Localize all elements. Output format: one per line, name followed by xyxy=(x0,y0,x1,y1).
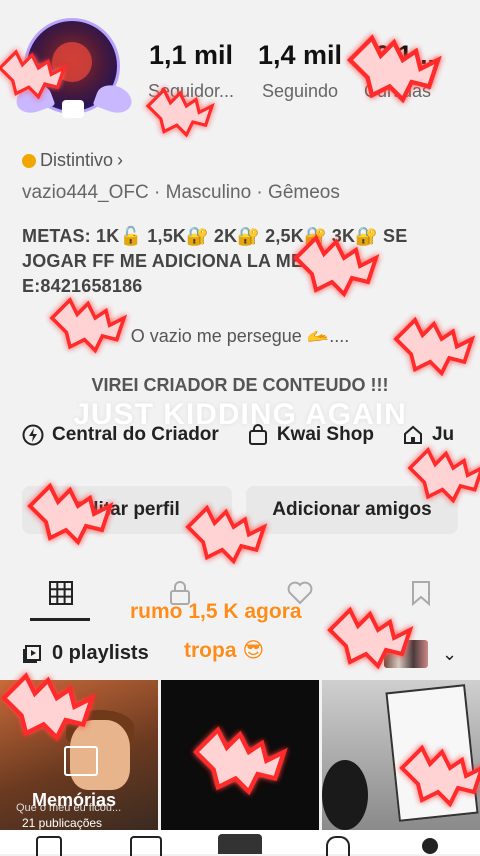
bio-line: METAS: 1K🔓 1,5K🔐 2K🔐 2,5K🔐 3K🔐 SE xyxy=(22,226,408,246)
tab-grid[interactable] xyxy=(48,580,74,611)
notifications-icon[interactable] xyxy=(326,836,350,856)
followers-count: 1,1 mil xyxy=(149,40,234,70)
followers-stat[interactable]: 1,1 mil Seguidor... xyxy=(148,40,234,102)
bottom-navigation xyxy=(0,830,480,856)
playlists-row[interactable]: 0 playlists xyxy=(22,642,149,665)
add-friends-button[interactable]: Adicionar amigos xyxy=(246,486,458,534)
memories-caption: Que o meu eu ficou... xyxy=(16,802,122,814)
followers-label: Seguidor... xyxy=(148,81,235,101)
bio: METAS: 1K🔓 1,5K🔐 2K🔐 2,5K🔐 3K🔐 SE JOGAR … xyxy=(22,224,462,299)
profile-links: Central do Criador Kwai Shop Ju xyxy=(22,424,454,446)
creator-center-label: Central do Criador xyxy=(52,424,219,445)
video-thumbnail[interactable] xyxy=(161,680,319,830)
chevron-right-icon: › xyxy=(117,150,124,170)
active-tab-indicator xyxy=(30,618,90,621)
likes-count: 10,1... xyxy=(360,40,436,70)
avatar[interactable] xyxy=(12,12,136,124)
following-label: Seguindo xyxy=(261,81,339,101)
creator-center-link[interactable]: Central do Criador xyxy=(22,424,219,446)
filter-thumbnail[interactable] xyxy=(384,640,428,668)
tab-saved[interactable] xyxy=(410,580,432,611)
following-stat[interactable]: 1,4 mil Seguindo xyxy=(258,40,342,102)
bio-line: E:8421658186 xyxy=(22,276,143,296)
badge-icon xyxy=(22,153,36,168)
profile-meta: vazio444_OFC · Masculino · Gêmeos xyxy=(22,182,340,203)
following-count: 1,4 mil xyxy=(258,40,343,70)
house-icon xyxy=(403,425,422,444)
memories-count: 21 publicações xyxy=(22,816,103,830)
memories-card[interactable]: Memórias Que o meu eu ficou... 21 public… xyxy=(0,680,158,830)
badge-label: Distintivo xyxy=(40,150,114,170)
likes-stat[interactable]: 10,1... Curtidas xyxy=(360,40,435,102)
shopping-bag-icon xyxy=(248,424,267,445)
chevron-down-icon[interactable]: ⌄ xyxy=(442,644,457,665)
playlist-icon xyxy=(23,644,41,663)
edit-profile-button[interactable]: Editar perfil xyxy=(22,486,232,534)
likes-label: Curtidas xyxy=(364,81,432,101)
discover-icon[interactable] xyxy=(130,836,162,856)
bookmark-icon xyxy=(412,581,430,607)
badge-link[interactable]: Distintivo › xyxy=(22,150,123,171)
ju-label: Ju xyxy=(431,424,455,445)
grid-icon xyxy=(49,581,73,605)
lightning-icon xyxy=(22,424,44,446)
overlay-text: tropa 😎 xyxy=(184,639,265,662)
film-icon xyxy=(64,746,98,776)
create-icon[interactable] xyxy=(218,834,262,854)
playlists-label: 0 playlists xyxy=(52,642,149,664)
video-thumbnail[interactable] xyxy=(322,680,480,830)
overlay-text: rumo 1,5 K agora xyxy=(130,600,302,623)
bio-line: O vazio me persegue 🫴.... xyxy=(130,326,350,346)
bio-line: VIREI CRIADOR DE CONTEUDO !!! xyxy=(91,375,389,395)
profile-nav-icon[interactable] xyxy=(422,838,438,854)
bio-line: JOGAR FF ME ADICIONA LA MEMO xyxy=(22,251,333,271)
kwai-shop-link[interactable]: Kwai Shop xyxy=(247,424,374,446)
kwai-shop-label: Kwai Shop xyxy=(276,424,374,445)
home-icon[interactable] xyxy=(36,836,62,856)
ju-link[interactable]: Ju xyxy=(402,424,454,446)
